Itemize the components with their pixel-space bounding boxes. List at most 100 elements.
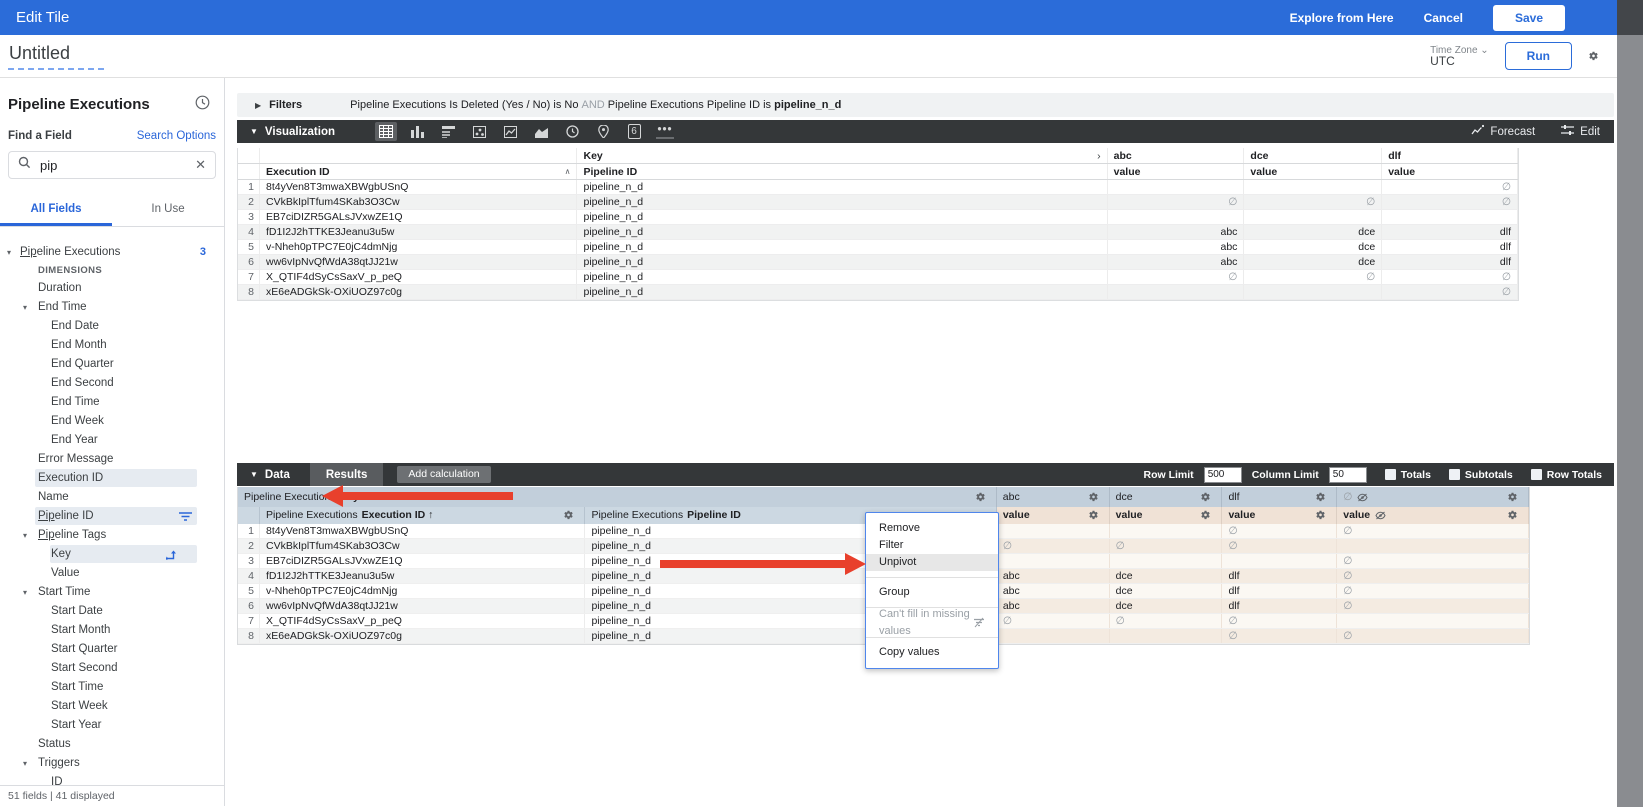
field-item-triggers[interactable]: ▾Triggers xyxy=(0,754,224,773)
pivot-col-abc[interactable]: abc xyxy=(997,487,1110,507)
row-totals-checkbox[interactable]: Row Totals xyxy=(1531,469,1602,481)
gear-icon[interactable] xyxy=(1088,492,1103,503)
clock-icon[interactable] xyxy=(561,122,583,141)
gear-icon[interactable] xyxy=(1507,492,1522,503)
field-item-start-time[interactable]: Start Time xyxy=(0,678,224,697)
history-clock-icon[interactable] xyxy=(195,95,210,114)
field-item-end-time[interactable]: ▾End Time xyxy=(0,298,224,317)
tree-caret-icon[interactable]: ▾ xyxy=(23,526,27,545)
field-item-name[interactable]: Name xyxy=(0,488,224,507)
field-item-end-week[interactable]: End Week xyxy=(0,412,224,431)
edit-viz-button[interactable]: Edit xyxy=(1561,124,1600,139)
pipeline-id-header[interactable]: Pipeline ID xyxy=(577,164,1107,179)
more-icon[interactable]: ••• xyxy=(654,122,676,141)
value-header[interactable]: value xyxy=(1222,507,1337,524)
forecast-button[interactable]: Forecast xyxy=(1471,124,1535,139)
value-header[interactable]: value xyxy=(1108,164,1245,179)
field-item-start-date[interactable]: Start Date xyxy=(0,602,224,621)
field-item-pipeline-executions[interactable]: ▾Pipeline Executions3 xyxy=(0,243,224,262)
field-item-start-second[interactable]: Start Second xyxy=(0,659,224,678)
menu-item-unpivot[interactable]: Unpivot xyxy=(866,554,998,571)
menu-item-remove[interactable]: Remove xyxy=(866,520,998,537)
pivot-col-dce[interactable]: dce xyxy=(1110,487,1223,507)
field-item-start-month[interactable]: Start Month xyxy=(0,621,224,640)
line-chart-icon[interactable] xyxy=(499,122,521,141)
value-header[interactable]: value xyxy=(997,507,1110,524)
add-calculation-button[interactable]: Add calculation xyxy=(397,466,490,483)
field-item-start-quarter[interactable]: Start Quarter xyxy=(0,640,224,659)
gear-icon[interactable] xyxy=(1200,510,1215,521)
gear-icon[interactable] xyxy=(1507,510,1522,521)
field-item-pipeline-id[interactable]: Pipeline ID xyxy=(0,507,224,526)
clear-search-icon[interactable]: ✕ xyxy=(195,157,206,173)
field-item-start-year[interactable]: Start Year xyxy=(0,716,224,735)
field-item-end-second[interactable]: End Second xyxy=(0,374,224,393)
field-item-start-time[interactable]: ▾Start Time xyxy=(0,583,224,602)
collapse-data-icon[interactable]: ▼ xyxy=(250,470,258,479)
tree-caret-icon[interactable]: ▾ xyxy=(23,583,27,602)
pivot-key-header[interactable]: Key› xyxy=(577,148,1107,163)
menu-item-copy-values[interactable]: Copy values xyxy=(866,644,998,661)
pivot-col-null[interactable]: ∅ xyxy=(1337,487,1529,507)
totals-checkbox[interactable]: Totals xyxy=(1385,469,1431,481)
field-item-end-quarter[interactable]: End Quarter xyxy=(0,355,224,374)
field-item-value[interactable]: Value xyxy=(0,564,224,583)
timezone-selector[interactable]: Time Zone ⌄ UTC xyxy=(1430,45,1489,67)
field-item-duration[interactable]: Duration xyxy=(0,279,224,298)
gear-icon[interactable] xyxy=(975,492,990,503)
area-chart-icon[interactable] xyxy=(530,122,552,141)
scatter-icon[interactable] xyxy=(468,122,490,141)
pivot-col-dce[interactable]: dce xyxy=(1244,148,1382,163)
value-header[interactable]: value xyxy=(1110,507,1223,524)
gear-icon[interactable] xyxy=(1315,492,1330,503)
field-item-end-year[interactable]: End Year xyxy=(0,431,224,450)
tree-caret-icon[interactable]: ▾ xyxy=(23,754,27,773)
column-limit-input[interactable] xyxy=(1329,467,1367,483)
single-value-icon[interactable]: 6 xyxy=(623,122,645,141)
pivot-col-dlf[interactable]: dlf xyxy=(1382,148,1518,163)
execution-id-header[interactable]: Execution ID∧ xyxy=(260,164,578,179)
field-item-key[interactable]: Key xyxy=(0,545,224,564)
explore-from-here-link[interactable]: Explore from Here xyxy=(1290,11,1394,25)
field-item-end-month[interactable]: End Month xyxy=(0,336,224,355)
table-icon[interactable] xyxy=(375,122,397,141)
collapse-visualization-icon[interactable]: ▼ xyxy=(250,127,258,136)
pivot-col-abc[interactable]: abc xyxy=(1108,148,1245,163)
table-report-icon[interactable] xyxy=(437,122,459,141)
tree-caret-icon[interactable]: ▾ xyxy=(23,298,27,317)
save-button[interactable]: Save xyxy=(1493,5,1565,31)
gear-icon[interactable] xyxy=(1200,492,1215,503)
field-item-error-message[interactable]: Error Message xyxy=(0,450,224,469)
row-limit-input[interactable] xyxy=(1204,467,1242,483)
tree-caret-icon[interactable]: ▾ xyxy=(7,243,11,262)
field-item-end-date[interactable]: End Date xyxy=(0,317,224,336)
settings-gear-icon[interactable] xyxy=(1588,51,1603,62)
cancel-button[interactable]: Cancel xyxy=(1424,11,1463,25)
execution-id-header[interactable]: Pipeline ExecutionsExecution ID ↑ xyxy=(260,507,585,524)
field-item-pipeline-tags[interactable]: ▾Pipeline Tags xyxy=(0,526,224,545)
tab-all-fields[interactable]: All Fields xyxy=(0,196,112,226)
field-item-end-time[interactable]: End Time xyxy=(0,393,224,412)
gear-icon[interactable] xyxy=(563,510,578,521)
filters-bar[interactable]: ▶ Filters Pipeline Executions Is Deleted… xyxy=(237,93,1614,117)
tab-in-use[interactable]: In Use xyxy=(112,196,224,226)
tile-title-input[interactable]: Untitled xyxy=(8,43,104,70)
value-header[interactable]: value xyxy=(1244,164,1382,179)
map-pin-icon[interactable] xyxy=(592,122,614,141)
value-header[interactable]: value xyxy=(1382,164,1518,179)
menu-item-group[interactable]: Group xyxy=(866,584,998,601)
pivot-col-dlf[interactable]: dlf xyxy=(1222,487,1337,507)
subtotals-checkbox[interactable]: Subtotals xyxy=(1449,469,1513,481)
gear-icon[interactable] xyxy=(1088,510,1103,521)
field-item-status[interactable]: Status xyxy=(0,735,224,754)
value-hidden-header[interactable]: value xyxy=(1337,507,1529,524)
gear-icon[interactable] xyxy=(1315,510,1330,521)
expand-filters-icon[interactable]: ▶ xyxy=(255,101,261,110)
tab-data[interactable]: Data xyxy=(265,469,290,481)
menu-item-filter[interactable]: Filter xyxy=(866,537,998,554)
tab-results[interactable]: Results xyxy=(310,463,384,486)
search-options-link[interactable]: Search Options xyxy=(137,130,216,142)
field-item-start-week[interactable]: Start Week xyxy=(0,697,224,716)
field-search-input[interactable]: pip ✕ xyxy=(8,151,216,179)
expand-pivot-icon[interactable]: › xyxy=(1097,148,1101,163)
